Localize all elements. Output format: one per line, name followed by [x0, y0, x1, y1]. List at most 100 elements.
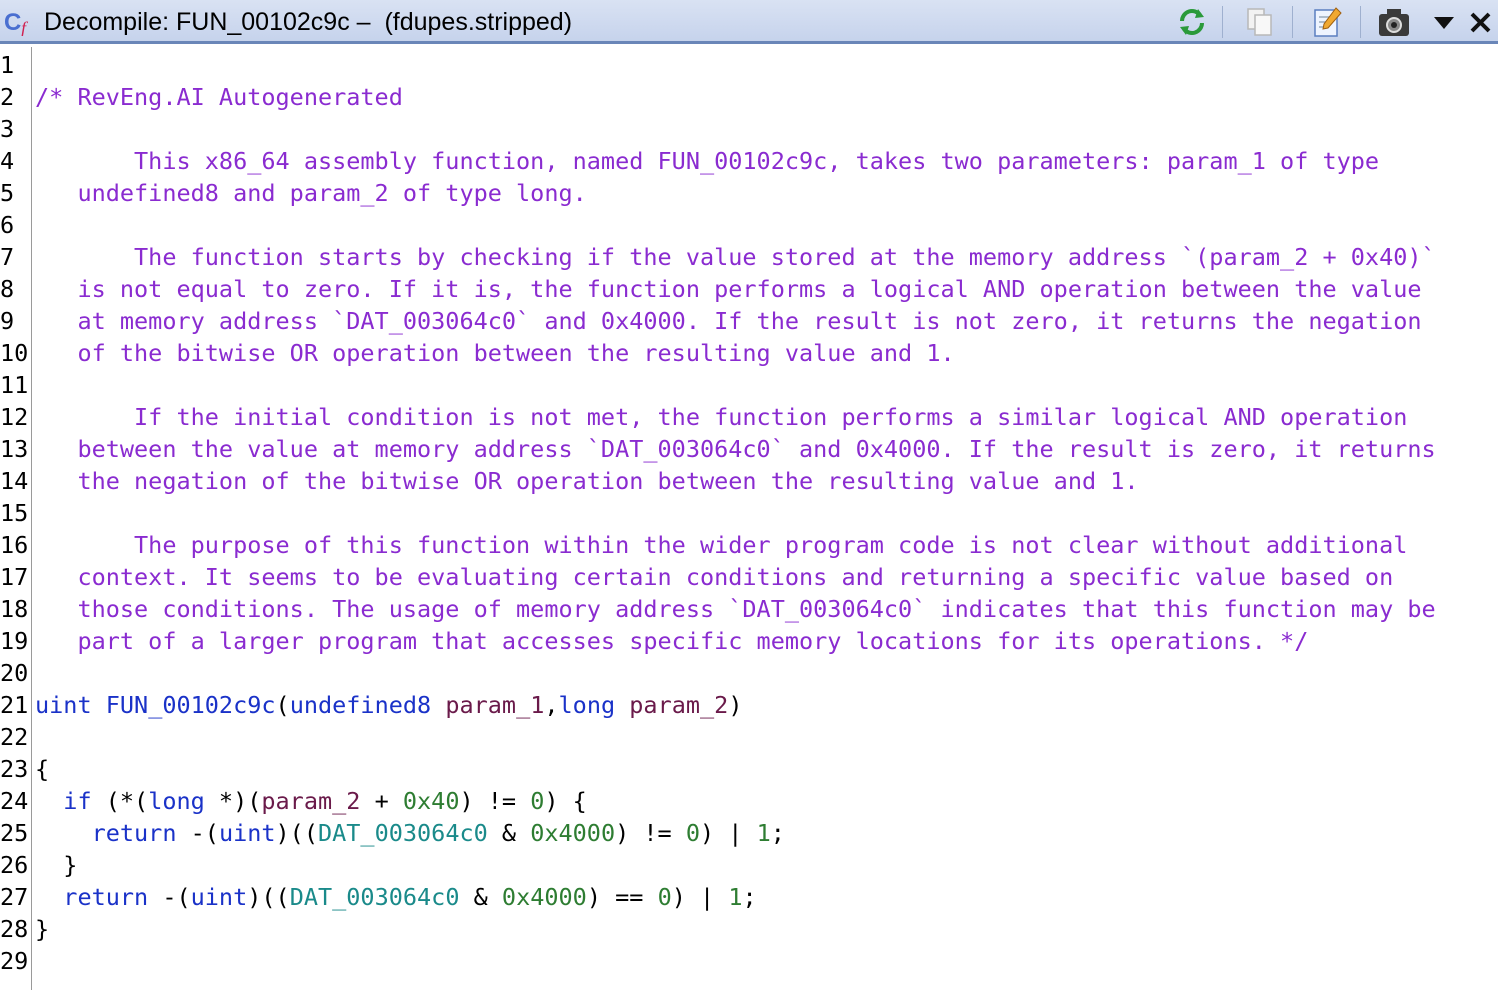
punctuation-token — [615, 691, 629, 719]
line-number: 14 — [0, 467, 29, 495]
parameter-token[interactable]: param_2 — [629, 691, 728, 719]
code-text: of the bitwise OR operation between the … — [35, 337, 955, 369]
title-bar: C f Decompile: FUN_00102c9c – (fdupes.st… — [0, 0, 1498, 44]
keyword-token: return — [63, 883, 149, 911]
code-text: } — [35, 849, 77, 881]
punctuation-token: ; — [742, 883, 757, 911]
decompiler-window: C f Decompile: FUN_00102c9c – (fdupes.st… — [0, 0, 1498, 990]
punctuation-token: ; — [770, 819, 785, 847]
keyword-token: long — [558, 691, 616, 719]
function-name-token[interactable]: FUN_00102c9c — [106, 691, 276, 719]
code-text: between the value at memory address `DAT… — [35, 433, 1435, 465]
code-text: part of a larger program that accesses s… — [35, 625, 1308, 657]
comment-token: part of a larger program that accesses s… — [35, 627, 1309, 655]
code-text: context. It seems to be evaluating certa… — [35, 561, 1393, 593]
number-token: 0 — [685, 819, 701, 847]
number-token: 1 — [756, 819, 771, 847]
punctuation-token: (*( — [91, 787, 149, 815]
number-token: 0 — [530, 787, 545, 815]
punctuation-token: ) != — [459, 787, 531, 815]
line-number: 23 — [0, 755, 29, 783]
comment-token: undefined8 and param_2 of type long. — [35, 179, 587, 207]
keyword-token: undefined8 — [289, 691, 432, 719]
line-number: 8 — [0, 275, 15, 303]
refresh-icon[interactable] — [1174, 4, 1210, 40]
line-number: 1 — [0, 51, 15, 79]
code-text: If the initial condition is not met, the… — [35, 401, 1407, 433]
code-text: those conditions. The usage of memory ad… — [35, 593, 1435, 625]
parameter-token[interactable]: param_1 — [445, 691, 544, 719]
line-number: 6 — [0, 211, 15, 239]
menu-dropdown-icon[interactable] — [1426, 4, 1462, 40]
punctuation-token: ( — [275, 691, 290, 719]
comment-token: of the bitwise OR operation between the … — [35, 339, 955, 367]
comment-token: /* RevEng.AI Autogenerated — [35, 83, 403, 111]
line-number: 4 — [0, 147, 15, 175]
punctuation-token — [431, 691, 445, 719]
line-number: 5 — [0, 179, 15, 207]
parameter-token[interactable]: param_2 — [261, 787, 360, 815]
line-number: 22 — [0, 723, 29, 751]
code-text: uint FUN_00102c9c(undefined8 param_1,lon… — [35, 689, 742, 721]
line-number: 2 — [0, 83, 15, 111]
line-number: 9 — [0, 307, 15, 335]
punctuation-token: & — [459, 883, 502, 911]
line-number: 24 — [0, 787, 29, 815]
punctuation-token — [35, 883, 63, 911]
line-number: 25 — [0, 819, 29, 847]
line-number: 15 — [0, 499, 29, 527]
comment-token: If the initial condition is not met, the… — [35, 403, 1408, 431]
line-number: 21 — [0, 691, 29, 719]
punctuation-token: , — [544, 691, 559, 719]
line-number: 17 — [0, 563, 29, 591]
comment-token: is not equal to zero. If it is, the func… — [35, 275, 1422, 303]
code-text: return -(uint)((DAT_003064c0 & 0x4000) =… — [35, 881, 757, 913]
number-token: 0x40 — [402, 787, 460, 815]
line-number: 19 — [0, 627, 29, 655]
punctuation-token — [35, 819, 92, 847]
code-text: This x86_64 assembly function, named FUN… — [35, 145, 1379, 177]
line-number: 12 — [0, 403, 29, 431]
comment-token: The function starts by checking if the v… — [35, 243, 1436, 271]
keyword-token: uint — [35, 691, 92, 719]
svg-text:f: f — [21, 18, 29, 36]
code-text: return -(uint)((DAT_003064c0 & 0x4000) !… — [35, 817, 785, 849]
punctuation-token: ) == — [586, 883, 658, 911]
copy-icon[interactable] — [1242, 4, 1278, 40]
window-title: Decompile: FUN_00102c9c – (fdupes.stripp… — [44, 8, 573, 36]
punctuation-token: ) | — [671, 883, 729, 911]
number-token: 0 — [657, 883, 672, 911]
keyword-token: if — [63, 787, 92, 815]
line-number: 26 — [0, 851, 29, 879]
keyword-token: long — [148, 787, 205, 815]
close-icon[interactable] — [1462, 4, 1498, 40]
punctuation-token: *)( — [204, 787, 262, 815]
snapshot-icon[interactable] — [1376, 4, 1412, 40]
number-token: 0x4000 — [530, 819, 616, 847]
code-text: The function starts by checking if the v… — [35, 241, 1436, 273]
line-number: 11 — [0, 371, 29, 399]
decompiler-code-view[interactable]: 1 2/* RevEng.AI Autogenerated 3 4 This x86_… — [0, 47, 1498, 990]
comment-token: The purpose of this function within the … — [35, 531, 1408, 559]
svg-text:C: C — [4, 9, 21, 36]
punctuation-token: ) — [728, 691, 743, 719]
code-text: } — [35, 913, 49, 945]
code-text: { — [35, 753, 49, 785]
comment-token: the negation of the bitwise OR operation… — [35, 467, 1139, 495]
punctuation-token: ) { — [544, 787, 587, 815]
punctuation-token: } — [35, 915, 50, 943]
punctuation-token: & — [487, 819, 531, 847]
comment-token: This x86_64 assembly function, named FUN… — [35, 147, 1380, 175]
gutter-divider — [31, 47, 32, 990]
number-token: 0x4000 — [501, 883, 587, 911]
global-data-token[interactable]: DAT_003064c0 — [290, 883, 460, 911]
line-number: 18 — [0, 595, 29, 623]
line-number: 29 — [0, 947, 29, 975]
line-number: 28 — [0, 915, 29, 943]
line-number: 10 — [0, 339, 29, 367]
code-text: the negation of the bitwise OR operation… — [35, 465, 1139, 497]
global-data-token[interactable]: DAT_003064c0 — [318, 819, 488, 847]
keyword-token: return — [91, 819, 177, 847]
edit-icon[interactable] — [1310, 4, 1346, 40]
punctuation-token: -( — [148, 883, 191, 911]
